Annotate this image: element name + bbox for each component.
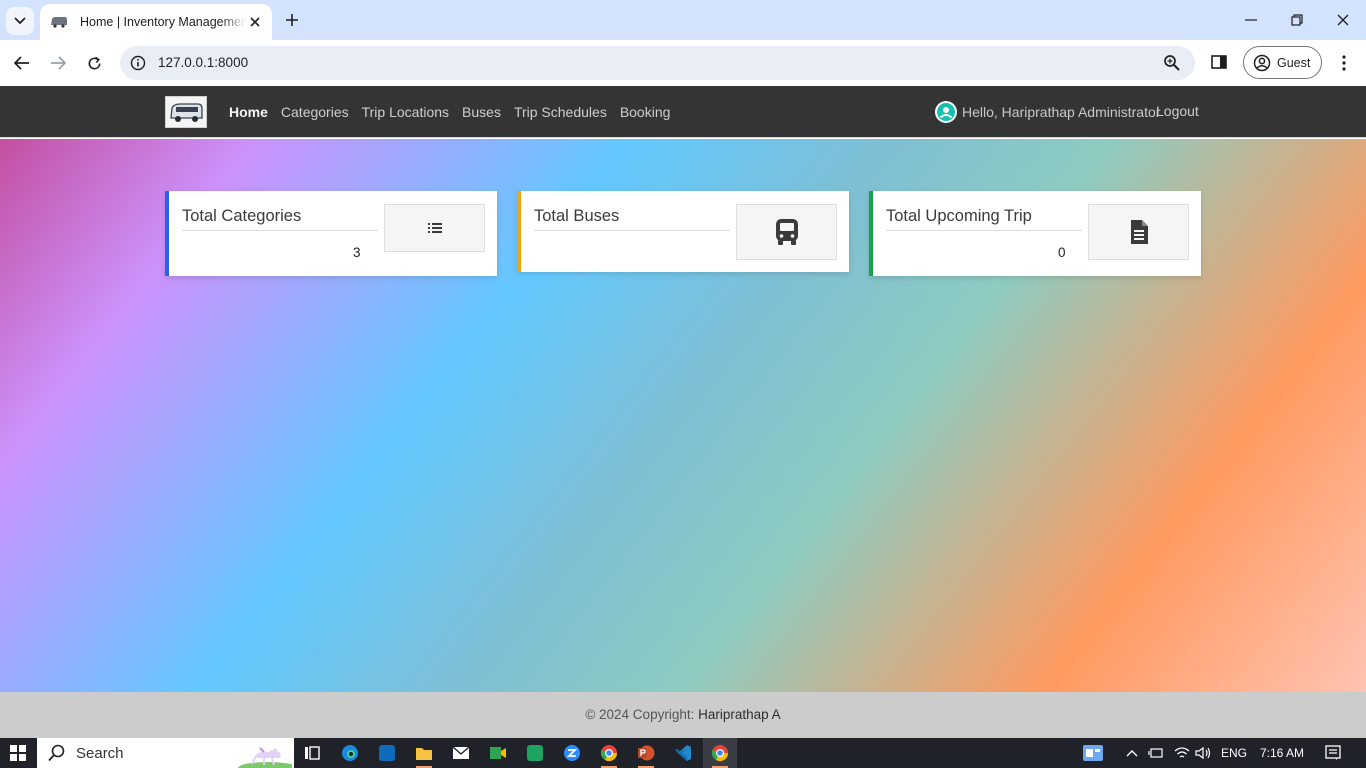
chrome-active-icon[interactable] — [703, 738, 737, 768]
nav-link-categories[interactable]: Categories — [281, 104, 349, 120]
browser-toolbar: 127.0.0.1:8000 Guest — [0, 40, 1366, 86]
nav-link-buses[interactable]: Buses — [462, 104, 501, 120]
zoom-icon[interactable] — [1163, 54, 1181, 72]
zoom-app-icon[interactable] — [555, 738, 589, 768]
vscode-icon[interactable] — [666, 738, 700, 768]
tab-title: Home | Inventory Management — [80, 15, 246, 29]
user-greeting: Hello, Hariprathap Administrator — [962, 104, 1161, 120]
meet-icon[interactable] — [481, 738, 515, 768]
site-footer: © 2024 Copyright: Hariprathap A — [0, 692, 1366, 738]
edge-icon[interactable] — [333, 738, 367, 768]
nav-link-booking[interactable]: Booking — [620, 104, 671, 120]
file-explorer-icon[interactable] — [407, 738, 441, 768]
restore-icon[interactable] — [1284, 8, 1310, 32]
profile-label: Guest — [1277, 55, 1311, 70]
minimize-icon[interactable] — [1238, 8, 1264, 32]
unicorn-search-art — [238, 747, 292, 768]
bus-logo[interactable] — [165, 96, 207, 128]
site-info-icon[interactable] — [128, 53, 148, 73]
profile-button[interactable]: Guest — [1243, 46, 1322, 79]
clock[interactable]: 7:16 AM — [1260, 738, 1304, 768]
user-greeting-area[interactable]: Hello, Hariprathap Administrator — [935, 101, 1160, 123]
close-tab-icon[interactable] — [248, 15, 262, 29]
list-icon — [427, 223, 442, 233]
card-total-categories: Total Categories 3 — [165, 191, 497, 276]
web-page: Home Categories Trip Locations Buses Tri… — [0, 86, 1366, 738]
account-circle-icon — [1253, 54, 1271, 71]
card-title: Total Categories — [182, 207, 378, 231]
forward-arrow-icon[interactable] — [46, 51, 70, 75]
nav-link-trip-locations[interactable]: Trip Locations — [362, 104, 449, 120]
nav-link-home[interactable]: Home — [229, 104, 268, 120]
notification-icon[interactable] — [1325, 738, 1341, 768]
address-bar[interactable]: 127.0.0.1:8000 — [120, 46, 1195, 80]
side-panel-icon[interactable] — [1210, 53, 1230, 73]
search-icon — [48, 744, 65, 762]
user-avatar-icon — [935, 101, 957, 123]
windows-start-icon[interactable] — [10, 745, 26, 761]
url-text: 127.0.0.1:8000 — [158, 55, 249, 70]
card-icon-box — [384, 204, 485, 252]
language-indicator[interactable]: ENG — [1221, 738, 1247, 768]
powerpoint-icon[interactable] — [629, 738, 663, 768]
bus-icon — [775, 219, 798, 245]
chevron-down-icon — [14, 17, 26, 25]
card-value: 3 — [353, 245, 361, 260]
language-label: ENG — [1221, 746, 1248, 760]
widgets-icon[interactable] — [1082, 738, 1104, 768]
nav-link-trip-schedules[interactable]: Trip Schedules — [514, 104, 607, 120]
close-window-icon[interactable] — [1330, 8, 1356, 32]
logout-link[interactable]: Logout — [1156, 103, 1199, 119]
volume-icon[interactable] — [1195, 738, 1211, 768]
browser-tab-active[interactable]: Home | Inventory Management — [40, 4, 272, 40]
battery-icon[interactable] — [1148, 738, 1164, 768]
card-title: Total Buses — [534, 207, 730, 231]
card-icon-box — [1088, 204, 1189, 260]
sheets-icon[interactable] — [518, 738, 552, 768]
tab-search-button[interactable] — [6, 7, 34, 35]
windows-taskbar: Search ENG 7:16 AM — [0, 738, 1366, 768]
footer-author-link[interactable]: Hariprathap A — [698, 707, 781, 722]
browser-tabstrip: Home | Inventory Management — [0, 0, 1366, 40]
reload-icon[interactable] — [82, 51, 106, 75]
dashboard-area: Total Categories 3 Total Buses Total Upc… — [0, 139, 1366, 692]
new-tab-icon[interactable] — [282, 10, 302, 30]
card-value: 0 — [1058, 245, 1066, 260]
taskbar-search-label: Search — [76, 744, 124, 762]
site-navbar: Home Categories Trip Locations Buses Tri… — [0, 86, 1366, 138]
card-total-buses: Total Buses — [517, 191, 849, 272]
chrome-icon[interactable] — [592, 738, 626, 768]
clock-time: 7:16 AM — [1260, 746, 1305, 760]
kebab-menu-icon[interactable] — [1334, 53, 1354, 73]
nav-links: Home Categories Trip Locations Buses Tri… — [229, 104, 683, 120]
copyright-text: © 2024 Copyright: — [585, 707, 699, 722]
document-icon — [1130, 220, 1148, 244]
card-icon-box — [736, 204, 837, 260]
wifi-icon[interactable] — [1174, 738, 1190, 768]
microsoft-store-icon[interactable] — [370, 738, 404, 768]
card-total-upcoming-trip: Total Upcoming Trip 0 — [869, 191, 1201, 276]
show-hidden-icons-icon[interactable] — [1126, 738, 1138, 768]
task-view-icon[interactable] — [295, 738, 329, 768]
bus-favicon-icon — [50, 15, 68, 29]
back-arrow-icon[interactable] — [10, 51, 34, 75]
taskbar-search-box[interactable]: Search — [37, 738, 294, 768]
mail-icon[interactable] — [444, 738, 478, 768]
card-title: Total Upcoming Trip — [886, 207, 1082, 231]
